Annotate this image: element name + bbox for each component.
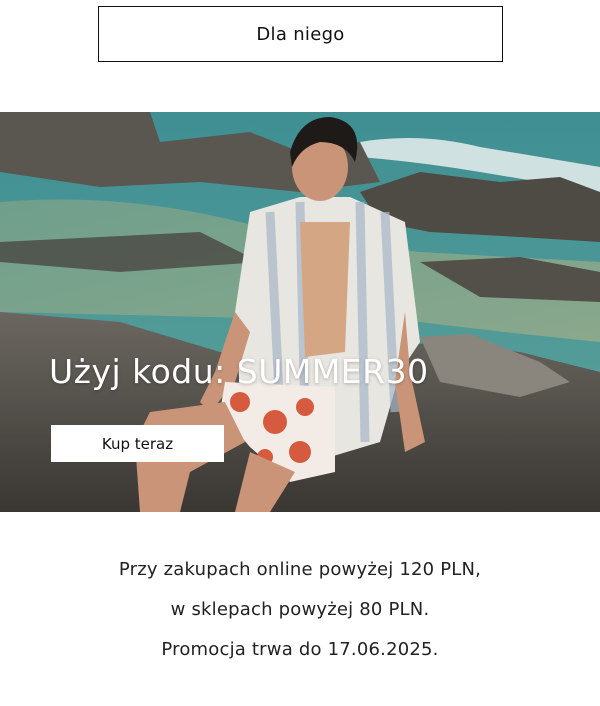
promo-code-headline: Użyj kodu: SUMMER30 — [49, 352, 429, 391]
terms-line-stores: w sklepach powyżej 80 PLN. — [170, 599, 430, 620]
hero-banner[interactable]: Użyj kodu: SUMMER30 Kup teraz — [0, 112, 600, 512]
newsletter-page: Dla niego Użyj kodu: SUMMER30 Kup teraz … — [0, 0, 600, 706]
promo-terms: Przy zakupach online powyżej 120 PLN, w … — [0, 555, 600, 675]
dla-niego-button[interactable]: Dla niego — [98, 6, 503, 62]
shop-now-button[interactable]: Kup teraz — [51, 425, 224, 462]
terms-line-online: Przy zakupach online powyżej 120 PLN, — [118, 559, 482, 580]
terms-line-dates: Promocja trwa do 17.06.2025. — [161, 639, 439, 660]
